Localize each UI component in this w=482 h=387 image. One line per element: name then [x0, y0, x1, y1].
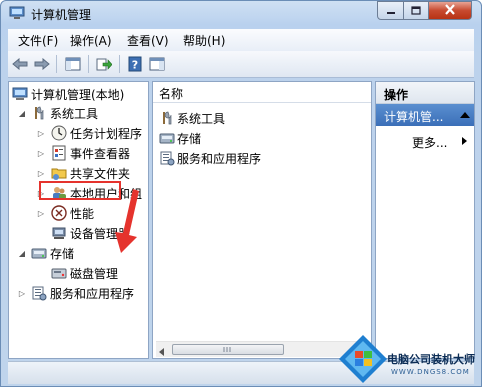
title-bar: 计算机管理 — [1, 1, 481, 27]
results-pane: 名称 系统工具 存储 服务和应用程序 — [152, 81, 372, 359]
actions-title: 操作 — [384, 88, 409, 102]
tree-item-label: 事件查看器 — [70, 146, 131, 161]
tree-item-label: 服务和应用程序 — [50, 286, 135, 301]
scrollbar-thumb[interactable] — [172, 344, 284, 355]
toolbar-separator — [56, 55, 57, 73]
computer-management-icon — [12, 86, 28, 102]
storage-icon — [159, 130, 175, 146]
expand-arrow-icon[interactable]: ▷ — [37, 129, 45, 138]
show-hide-tree-icon[interactable] — [64, 55, 82, 73]
maximize-button[interactable] — [403, 1, 429, 20]
forward-arrow-icon[interactable] — [33, 55, 51, 73]
menu-action[interactable]: 操作(A) — [70, 32, 112, 49]
annotation-arrow-icon — [115, 189, 139, 253]
tree-item-label: 磁盘管理 — [70, 266, 119, 281]
show-hide-action-pane-icon[interactable] — [148, 55, 166, 73]
tree-item-root[interactable]: 计算机管理(本地) — [12, 85, 124, 103]
tree-item-storage[interactable]: 存储 — [31, 244, 74, 262]
clock-icon — [51, 125, 67, 141]
actions-section-label: 计算机管... — [384, 110, 444, 124]
menu-help[interactable]: 帮助(H) — [183, 32, 225, 49]
maximize-icon — [411, 4, 421, 18]
collapse-up-icon[interactable] — [460, 112, 470, 118]
tree-item-task-scheduler[interactable]: 任务计划程序 — [51, 124, 142, 142]
expand-arrow-icon[interactable]: ▷ — [18, 289, 26, 298]
close-button[interactable] — [428, 1, 472, 20]
menu-view[interactable]: 查看(V) — [127, 32, 169, 49]
list-column-header[interactable]: 名称 — [153, 82, 371, 103]
toolbar-separator — [119, 55, 120, 73]
window-title: 计算机管理 — [31, 8, 92, 22]
device-manager-icon — [51, 225, 67, 241]
list-item-label: 存储 — [177, 131, 202, 146]
performance-icon — [51, 205, 67, 221]
system-tools-icon — [31, 105, 47, 121]
tree-item-label: 存储 — [50, 246, 75, 261]
more-actions-label: 更多... — [412, 136, 448, 150]
minimize-button[interactable] — [377, 1, 404, 20]
svg-text:?: ? — [132, 59, 138, 72]
tree-item-label: 性能 — [70, 206, 95, 221]
watermark: 电脑公司装机大师 WWW.DNGS8.COM — [337, 327, 481, 386]
watermark-url: WWW.DNGS8.COM — [391, 368, 470, 376]
menu-bar: 文件(F) 操作(A) 查看(V) 帮助(H) — [8, 29, 474, 51]
tree-item-system-tools[interactable]: 系统工具 — [31, 104, 98, 122]
toolbar-separator — [88, 55, 89, 73]
back-arrow-icon[interactable] — [11, 55, 29, 73]
export-list-icon[interactable] — [95, 55, 113, 73]
expand-arrow-icon[interactable]: ▷ — [37, 209, 45, 218]
tree-item-label: 计算机管理(本地) — [31, 87, 125, 102]
computer-management-app-icon — [9, 6, 25, 20]
system-tools-icon — [159, 110, 175, 126]
list-item[interactable]: 存储 — [159, 129, 201, 147]
tree-item-event-viewer[interactable]: 事件查看器 — [51, 144, 130, 162]
tree-item-performance[interactable]: 性能 — [51, 204, 94, 222]
services-apps-icon — [31, 285, 47, 301]
collapse-arrow-icon[interactable]: ◢ — [18, 249, 26, 258]
actions-section-computer-management[interactable]: 计算机管... — [376, 104, 474, 126]
expand-arrow-icon[interactable]: ▷ — [37, 149, 45, 158]
close-icon — [444, 3, 456, 18]
list-item-label: 服务和应用程序 — [177, 151, 262, 166]
tree-item-label: 共享文件夹 — [70, 166, 131, 181]
submenu-arrow-icon — [462, 137, 467, 145]
shared-folder-icon — [51, 165, 67, 181]
actions-header: 操作 — [376, 82, 474, 104]
list-item-label: 系统工具 — [177, 111, 226, 126]
help-icon[interactable]: ? — [126, 55, 144, 73]
services-apps-icon — [159, 150, 175, 166]
scroll-left-arrow-icon[interactable] — [159, 345, 165, 358]
list-item[interactable]: 系统工具 — [159, 109, 225, 127]
computer-management-window: 计算机管理 文件(F) 操作(A) 查看(V) 帮助(H) ? 计算机管理(本地… — [0, 0, 482, 387]
column-name-label: 名称 — [159, 87, 184, 101]
storage-icon — [31, 245, 47, 261]
toolbar: ? — [8, 51, 474, 78]
actions-pane: 操作 计算机管... 更多... — [375, 81, 475, 359]
tree-item-disk-management[interactable]: 磁盘管理 — [51, 264, 118, 282]
minimize-icon — [386, 4, 396, 18]
expand-arrow-icon[interactable]: ▷ — [37, 169, 45, 178]
event-viewer-icon — [51, 145, 67, 161]
watermark-text: 电脑公司装机大师 — [387, 353, 475, 366]
tree-item-services-apps[interactable]: 服务和应用程序 — [31, 284, 134, 302]
tree-item-label: 系统工具 — [50, 106, 99, 121]
tree-item-label: 任务计划程序 — [70, 126, 143, 141]
collapse-arrow-icon[interactable]: ◢ — [18, 109, 26, 118]
tree-item-shared-folders[interactable]: 共享文件夹 — [51, 164, 130, 182]
disk-management-icon — [51, 265, 67, 281]
list-item[interactable]: 服务和应用程序 — [159, 149, 261, 167]
menu-file[interactable]: 文件(F) — [18, 32, 58, 49]
more-actions[interactable]: 更多... — [376, 132, 474, 150]
